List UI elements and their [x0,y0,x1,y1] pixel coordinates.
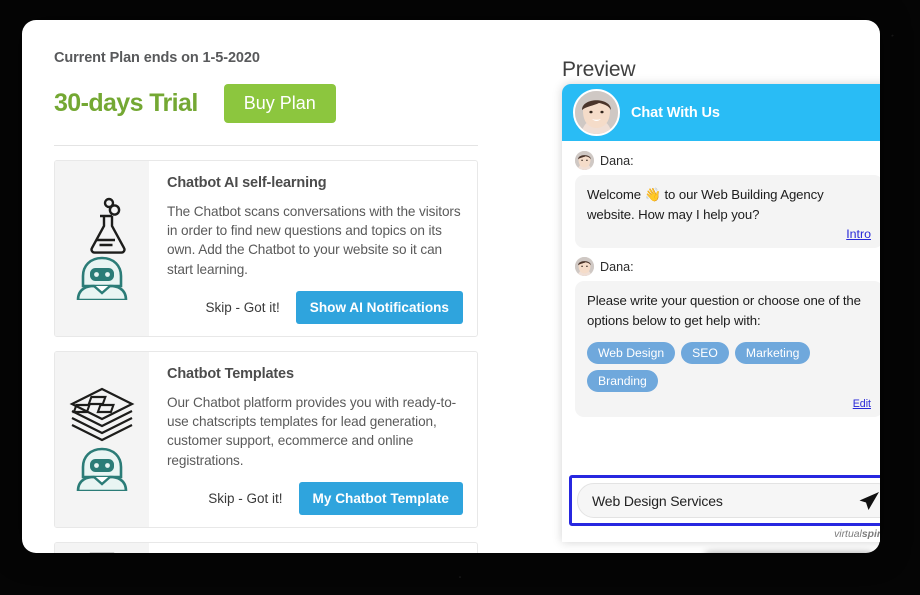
agent-avatar [573,89,620,136]
feature-card-ai-self-learning: Chatbot AI self-learning The Chatbot sca… [54,159,478,337]
feature-body: Chatbot AI self-learning The Chatbot sca… [149,161,477,336]
skip-got-it-link[interactable]: Skip - Got it! [208,491,282,506]
chat-input-area: Web Design Services virtualspirits [562,469,880,542]
trial-row: 30-days Trial Buy Plan [54,84,478,123]
feature-body: Add Chatbot Answers You can add hundreds… [149,543,477,553]
buy-plan-button[interactable]: Buy Plan [223,84,336,123]
agent-avatar-small [575,257,594,277]
brand-prefix: virtual [834,529,862,540]
chat-bubble: Please write your question or choose one… [575,281,880,418]
chat-input-focus-ring: Web Design Services [569,475,880,526]
brand-label: virtualspirits [569,526,880,540]
chat-message-sender-row: Dana: [575,257,880,277]
chat-widget: Chat With Us Dana: Welcome 👋 to our Web … [562,84,880,542]
feature-title: Chatbot AI self-learning [167,174,327,191]
feature-card-chatbot-templates: Chatbot Templates Our Chatbot platform p… [54,350,478,529]
current-plan-text: Current Plan ends on 1-5-2020 [54,50,260,66]
plan-and-features-panel: Current Plan ends on 1-5-2020 30-days Tr… [22,20,510,553]
chat-message: Dana: Please write your question or choo… [575,257,880,418]
robot-sitemap-icon [55,543,149,553]
chip-web-design[interactable]: Web Design [587,342,676,365]
intro-link[interactable]: Intro [587,227,871,241]
app-window: Current Plan ends on 1-5-2020 30-days Tr… [22,20,880,553]
chat-widget-header[interactable]: Chat With Us [562,84,880,141]
robot-layers-icon [55,351,149,528]
edit-link[interactable]: Edit [587,398,871,410]
feature-actions: Skip - Got it! Show AI Notifications [167,290,463,324]
brand-suffix: spirits [861,529,880,540]
chat-bubble-text: Please write your question or choose one… [587,293,861,328]
agent-avatar-small [575,151,594,170]
chat-bubble-text: Welcome 👋 to our Web Building Agency web… [587,187,824,222]
chip-seo[interactable]: SEO [681,342,729,365]
show-ai-notifications-button[interactable]: Show AI Notifications [295,290,463,324]
chat-message-list: Dana: Welcome 👋 to our Web Building Agen… [562,141,880,469]
chip-branding[interactable]: Branding [587,370,658,393]
chat-bubble: Welcome 👋 to our Web Building Agency web… [575,175,880,249]
chat-message-sender-row: Dana: [575,151,880,170]
trial-title: 30-days Trial [54,88,198,117]
section-divider [54,144,478,146]
feature-description: The Chatbot scans conversations with the… [167,203,461,277]
feature-list: Chatbot AI self-learning The Chatbot sca… [54,159,478,553]
chat-input-value[interactable]: Web Design Services [592,493,858,509]
chip-marketing[interactable]: Marketing [734,342,811,365]
preview-heading: Preview [562,58,636,81]
chat-widget-title: Chat With Us [631,104,720,121]
chat-message-sender: Dana: [600,259,634,274]
my-chatbot-template-button[interactable]: My Chatbot Template [298,482,463,516]
feature-actions: Skip - Got it! My Chatbot Template [167,482,463,516]
feature-title: Chatbot Templates [167,365,294,382]
chat-input[interactable]: Web Design Services [577,483,880,518]
preview-panel: Preview Chat With Us Dana: Welcome 👋 to … [510,20,880,553]
chat-message-sender: Dana: [600,153,634,168]
feature-body: Chatbot Templates Our Chatbot platform p… [149,352,477,527]
chat-message: Dana: Welcome 👋 to our Web Building Agen… [575,151,880,249]
skip-got-it-link[interactable]: Skip - Got it! [206,300,280,315]
send-paper-plane-icon[interactable] [858,491,880,511]
robot-flask-icon [55,160,149,336]
feature-card-add-chatbot-answers: Add Chatbot Answers You can add hundreds… [54,542,478,553]
chat-option-chips: Web Design SEO Marketing Branding [587,342,871,393]
feature-description: Our Chatbot platform provides you with r… [167,394,457,468]
